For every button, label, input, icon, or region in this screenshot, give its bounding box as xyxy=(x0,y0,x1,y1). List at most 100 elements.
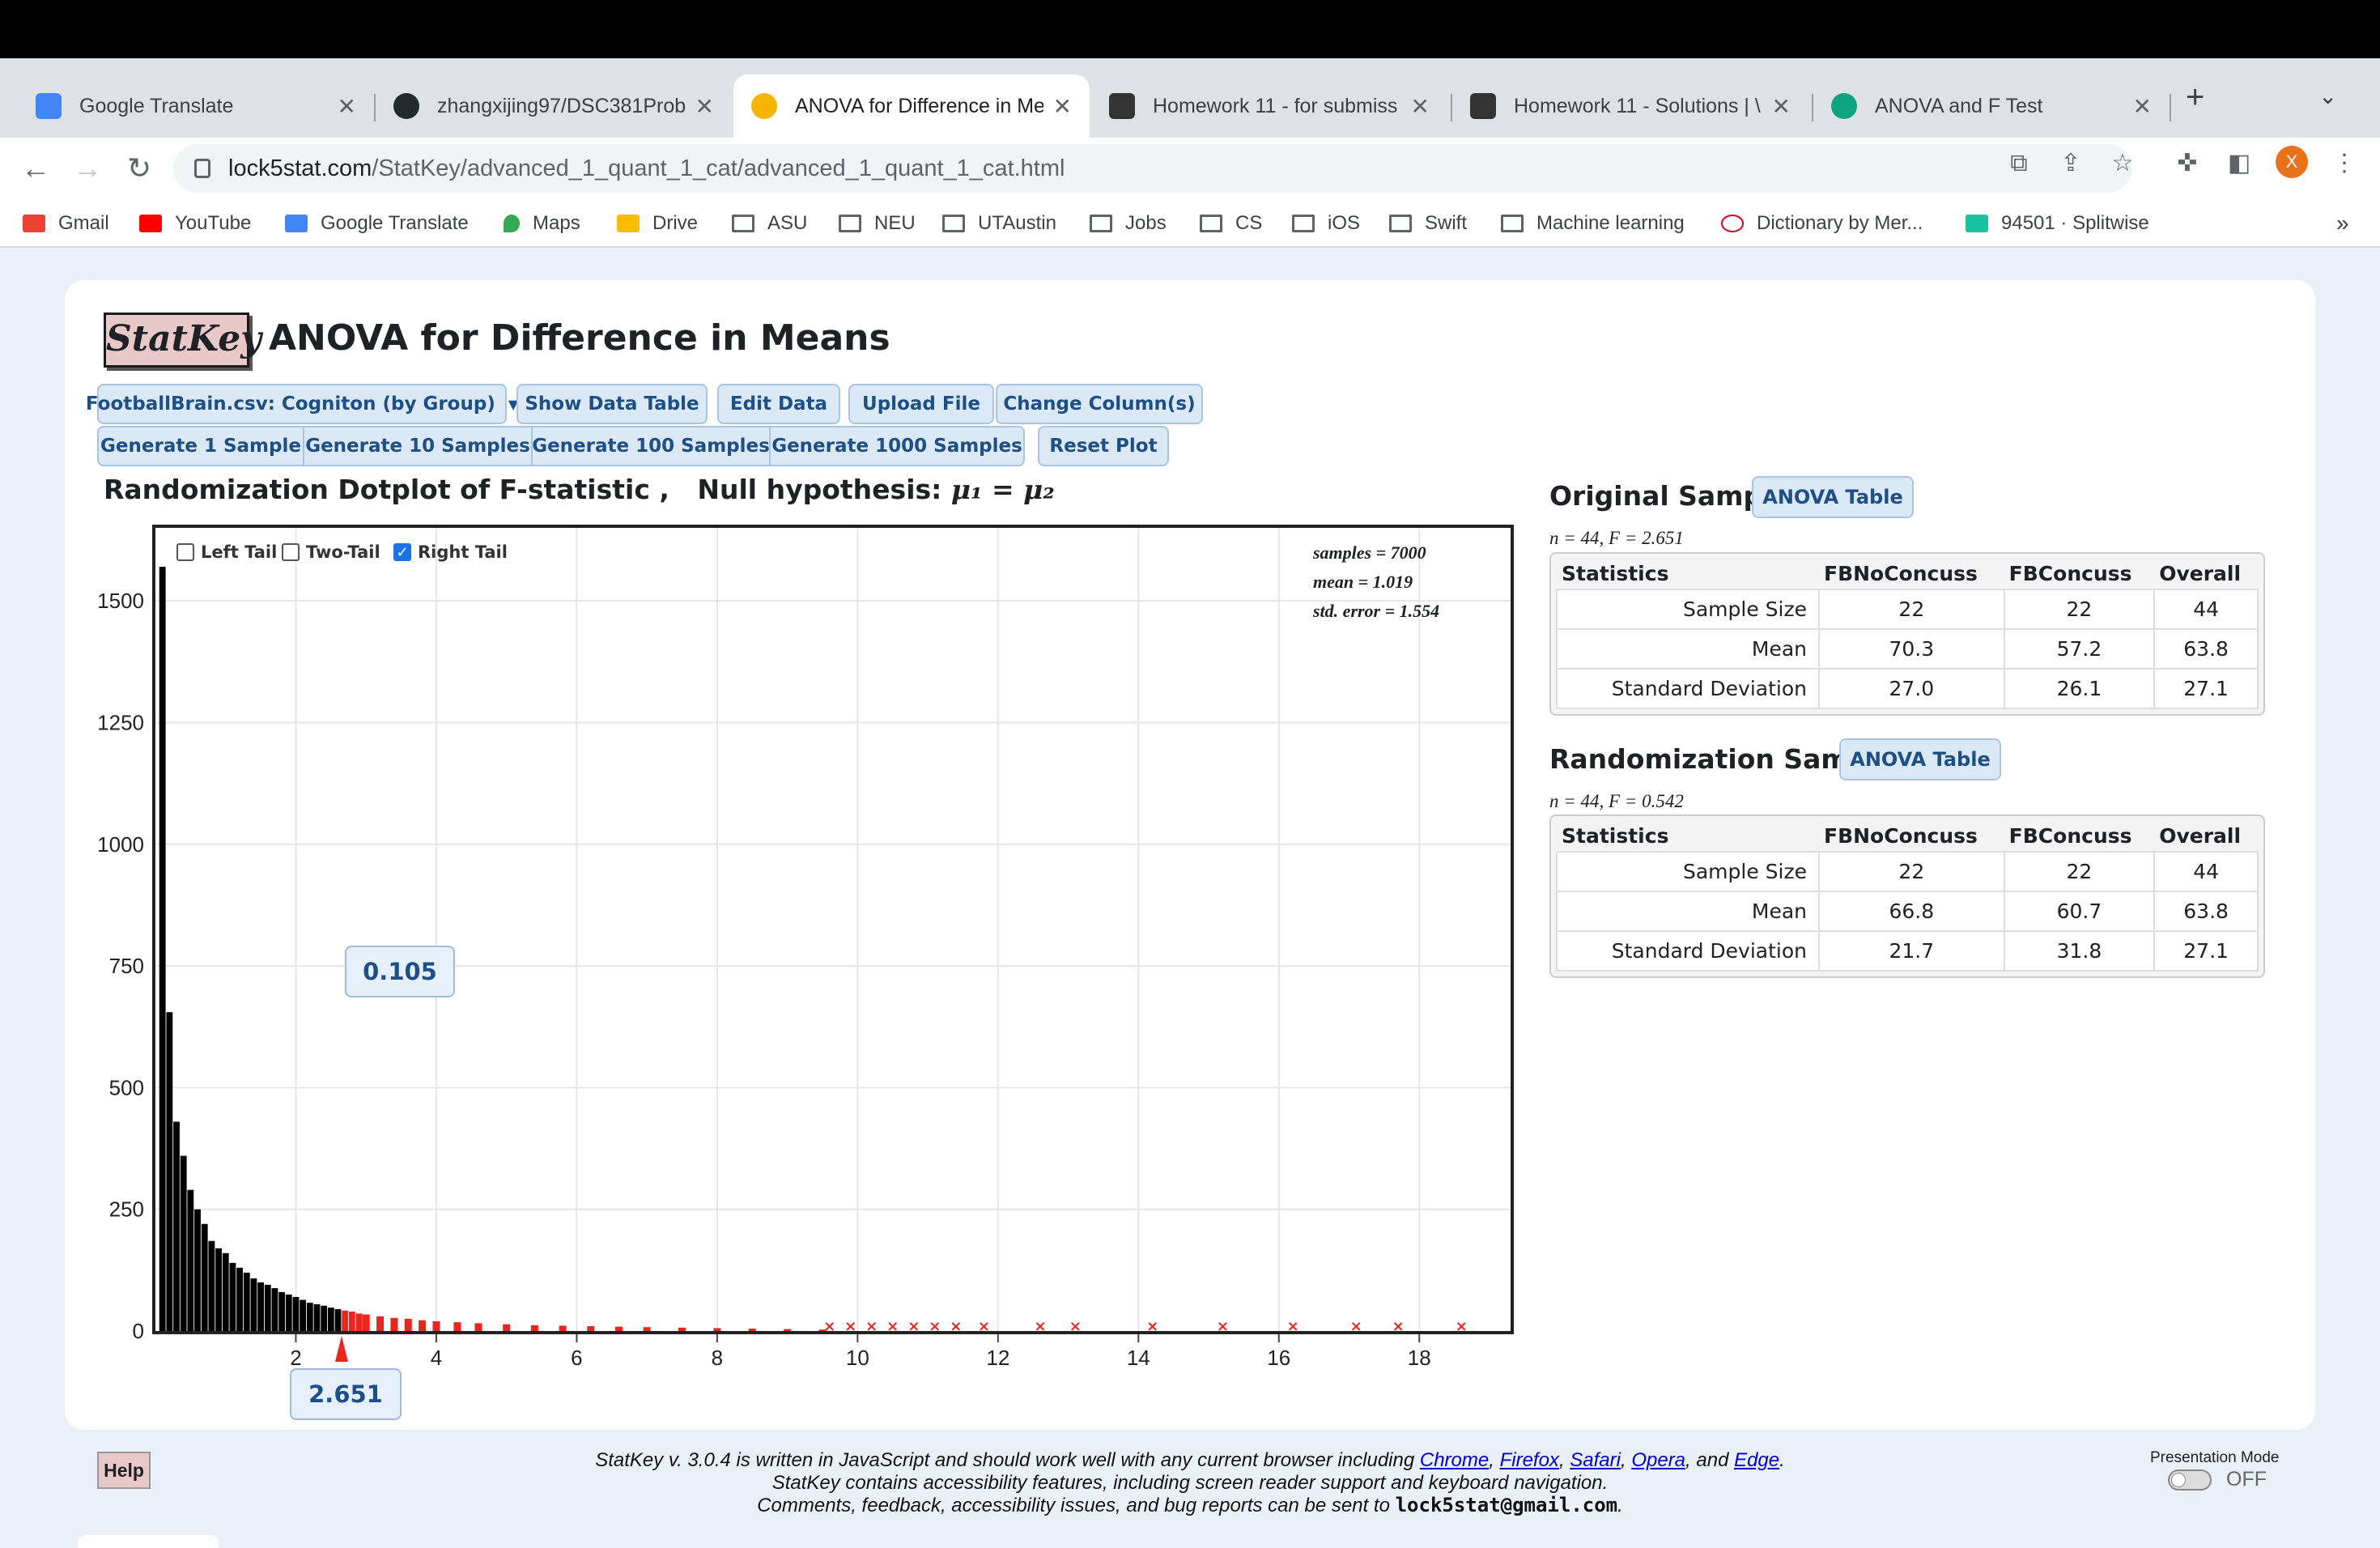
tab-title: Homework 11 - for submiss xyxy=(1153,94,1398,117)
menu-kebab-icon[interactable]: ⋮ xyxy=(2328,147,2361,180)
back-arrow-icon[interactable]: ← xyxy=(16,149,55,188)
bookmark-folder-machine-learning[interactable]: Machine learning xyxy=(1501,207,1685,240)
two-tail-checkbox[interactable] xyxy=(282,543,300,561)
cell: 26.1 xyxy=(2003,668,2156,709)
tab-title: zhangxijing97/DSC381Prob xyxy=(437,94,686,117)
tab-statkey-anova[interactable]: ANOVA for Difference in Me ✕ xyxy=(733,74,1090,138)
contact-email[interactable]: lock5stat@gmail.com xyxy=(1396,1494,1618,1516)
url-field[interactable]: lock5stat.com/StatKey/advanced_1_quant_1… xyxy=(173,144,2132,193)
row-label: Sample Size xyxy=(1556,589,1820,630)
close-icon[interactable]: ✕ xyxy=(1772,93,1791,120)
generate-10-samples-button[interactable]: Generate 10 Samples xyxy=(303,426,533,466)
bookmark-youtube[interactable]: YouTube xyxy=(139,207,251,240)
bookmark-splitwise[interactable]: 94501 · Splitwise xyxy=(1966,207,2149,240)
avatar[interactable]: X xyxy=(2276,146,2308,178)
histogram-bar xyxy=(180,1155,187,1331)
histogram-bar xyxy=(614,1326,623,1331)
bookmark-folder-neu[interactable]: NEU xyxy=(839,207,916,240)
tab-homework-solutions[interactable]: Homework 11 - Solutions | \ ✕ xyxy=(1452,74,1808,138)
dotplot-frame xyxy=(152,525,1514,1334)
link-safari[interactable]: Safari xyxy=(1570,1449,1621,1471)
more-bookmarks-chevron-icon[interactable]: » xyxy=(2336,207,2349,240)
randomization-sample-table: Statistics FBNoConcuss FBConcuss Overall… xyxy=(1549,814,2265,978)
histogram-bar xyxy=(404,1318,412,1331)
link-edge[interactable]: Edge xyxy=(1734,1449,1779,1471)
close-icon[interactable]: ✕ xyxy=(2133,93,2152,120)
generate-1000-samples-button[interactable]: Generate 1000 Samples xyxy=(769,426,1025,466)
folder-icon xyxy=(839,215,861,232)
reload-icon[interactable]: ↻ xyxy=(120,149,159,188)
close-icon[interactable]: ✕ xyxy=(1053,93,1072,120)
tail-proportion-box[interactable]: 0.105 xyxy=(345,946,455,997)
change-columns-button[interactable]: Change Column(s) xyxy=(996,384,1203,424)
reset-plot-button[interactable]: Reset Plot xyxy=(1038,426,1169,466)
bookmark-folder-ios[interactable]: iOS xyxy=(1292,207,1360,240)
url-host: lock5stat.com xyxy=(228,155,372,181)
bookmark-folder-asu[interactable]: ASU xyxy=(732,207,807,240)
bookmark-folder-utaustin[interactable]: UTAustin xyxy=(942,207,1056,240)
bookmark-folder-jobs[interactable]: Jobs xyxy=(1090,207,1167,240)
bookmark-drive[interactable]: Drive xyxy=(617,207,698,240)
cell: 70.3 xyxy=(1818,628,2005,670)
share-icon[interactable]: ⇪ xyxy=(2055,147,2087,180)
observed-statistic-box[interactable]: 2.651 xyxy=(290,1368,402,1420)
generate-100-samples-button[interactable]: Generate 100 Samples xyxy=(531,426,771,466)
tab-anova-f-test[interactable]: ANOVA and F Test ✕ xyxy=(1813,74,2170,138)
randomization-anova-table-button[interactable]: ANOVA Table xyxy=(1839,738,2001,780)
sample-point: × xyxy=(1217,1318,1229,1335)
sample-point: × xyxy=(1069,1318,1082,1335)
sample-point: × xyxy=(1456,1318,1468,1335)
two-tail-option[interactable]: Two-Tail xyxy=(282,542,380,562)
tab-google-translate[interactable]: Google Translate ✕ xyxy=(18,74,374,138)
forward-arrow-icon[interactable]: → xyxy=(68,149,107,188)
translate-page-icon[interactable]: ⧉ xyxy=(2003,147,2035,180)
upload-file-button[interactable]: Upload File xyxy=(848,384,994,424)
link-chrome[interactable]: Chrome xyxy=(1420,1449,1489,1471)
splitwise-icon xyxy=(1966,215,1988,232)
footer-line-3-text: Comments, feedback, accessibility issues… xyxy=(757,1495,1396,1516)
close-icon[interactable]: ✕ xyxy=(695,93,714,120)
tab-homework-submission[interactable]: Homework 11 - for submiss ✕ xyxy=(1091,74,1447,138)
original-anova-table-button[interactable]: ANOVA Table xyxy=(1752,476,1914,518)
bookmark-dictionary[interactable]: Dictionary by Mer... xyxy=(1721,207,1923,240)
sample-point: × xyxy=(865,1318,878,1335)
dataset-select[interactable]: FootballBrain.csv: Cogniton (by Group) ▼ xyxy=(86,384,518,424)
header-fbconcuss: FBConcuss xyxy=(2004,821,2155,852)
close-icon[interactable]: ✕ xyxy=(1411,93,1430,120)
extensions-puzzle-icon[interactable]: ✜ xyxy=(2171,147,2204,180)
left-tail-label: Left Tail xyxy=(201,542,278,562)
histogram-bar xyxy=(362,1314,370,1331)
show-data-table-button[interactable]: Show Data Table xyxy=(516,384,708,424)
right-tail-option[interactable]: ✓ Right Tail xyxy=(393,542,508,562)
x-tick-label: 6 xyxy=(571,1346,582,1370)
bookmark-label: iOS xyxy=(1328,212,1361,234)
left-tail-checkbox[interactable] xyxy=(176,543,194,561)
histogram-bar xyxy=(321,1305,328,1331)
lock-icon xyxy=(751,93,777,119)
bookmark-folder-swift[interactable]: Swift xyxy=(1389,207,1467,240)
bookmark-gmail[interactable]: Gmail xyxy=(23,207,109,240)
edit-data-button[interactable]: Edit Data xyxy=(717,384,840,424)
link-firefox[interactable]: Firefox xyxy=(1500,1449,1559,1471)
link-opera[interactable]: Opera xyxy=(1631,1449,1685,1471)
x-tick-label: 10 xyxy=(846,1346,869,1370)
bookmark-star-icon[interactable]: ☆ xyxy=(2106,147,2139,180)
histogram-bar xyxy=(376,1316,385,1331)
tab-github[interactable]: zhangxijing97/DSC381Prob ✕ xyxy=(376,74,732,138)
url-path: /StatKey/advanced_1_quant_1_cat/advanced… xyxy=(372,155,1065,181)
bookmark-folder-cs[interactable]: CS xyxy=(1200,207,1262,240)
bookmark-google-translate[interactable]: Google Translate xyxy=(285,207,469,240)
side-panel-icon[interactable]: ◧ xyxy=(2223,147,2255,180)
gmail-icon xyxy=(23,215,45,232)
samples-count: samples = 7000 xyxy=(1313,542,1426,563)
new-tab-icon[interactable]: + xyxy=(2186,79,2204,116)
left-tail-option[interactable]: Left Tail xyxy=(176,542,277,562)
bookmark-maps[interactable]: Maps xyxy=(504,207,580,240)
y-tick-label: 1250 xyxy=(97,710,144,734)
presentation-mode-toggle[interactable] xyxy=(2168,1469,2212,1491)
right-tail-label: Right Tail xyxy=(418,542,508,562)
right-tail-checkbox[interactable]: ✓ xyxy=(393,543,411,561)
generate-1-sample-button[interactable]: Generate 1 Sample xyxy=(97,426,304,466)
tab-search-chevron-icon[interactable]: ⌄ xyxy=(2318,83,2337,109)
close-icon[interactable]: ✕ xyxy=(338,93,356,120)
